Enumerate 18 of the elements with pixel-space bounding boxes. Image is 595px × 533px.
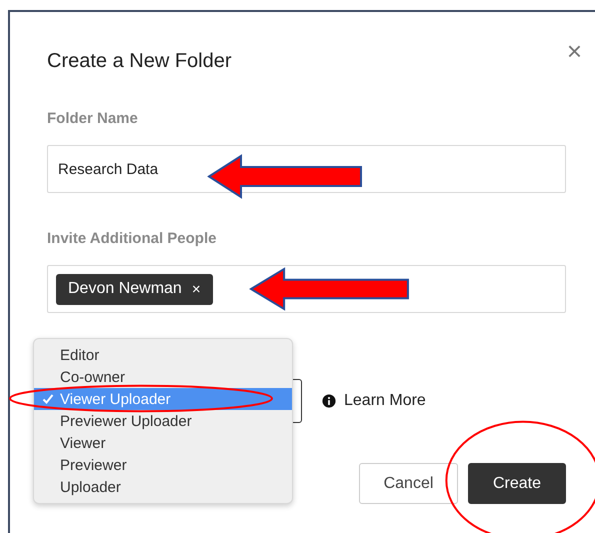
menu-item[interactable]: Co-owner	[34, 366, 292, 388]
info-icon	[322, 394, 336, 408]
create-button[interactable]: Create	[468, 463, 566, 504]
menu-item[interactable]: Previewer	[34, 454, 292, 476]
check-icon	[42, 393, 54, 405]
invite-field[interactable]: Devon Newman ×	[47, 265, 566, 313]
chip-name: Devon Newman	[68, 280, 182, 298]
dialog-title: Create a New Folder	[47, 50, 232, 73]
menu-item[interactable]: Previewer Uploader	[34, 410, 292, 432]
field-label: Invite Additional People	[47, 230, 216, 247]
remove-button[interactable]: ×	[192, 280, 201, 298]
menu-item[interactable]: Viewer	[34, 432, 292, 454]
field-label: Folder Name	[47, 110, 138, 127]
menu-item[interactable]: Editor	[34, 344, 292, 366]
menu-item[interactable]: Uploader	[34, 476, 292, 498]
learn-more-link[interactable]: Learn More	[344, 392, 426, 410]
close-button[interactable]: ×	[566, 38, 582, 64]
cancel-button[interactable]: Cancel	[359, 463, 458, 504]
